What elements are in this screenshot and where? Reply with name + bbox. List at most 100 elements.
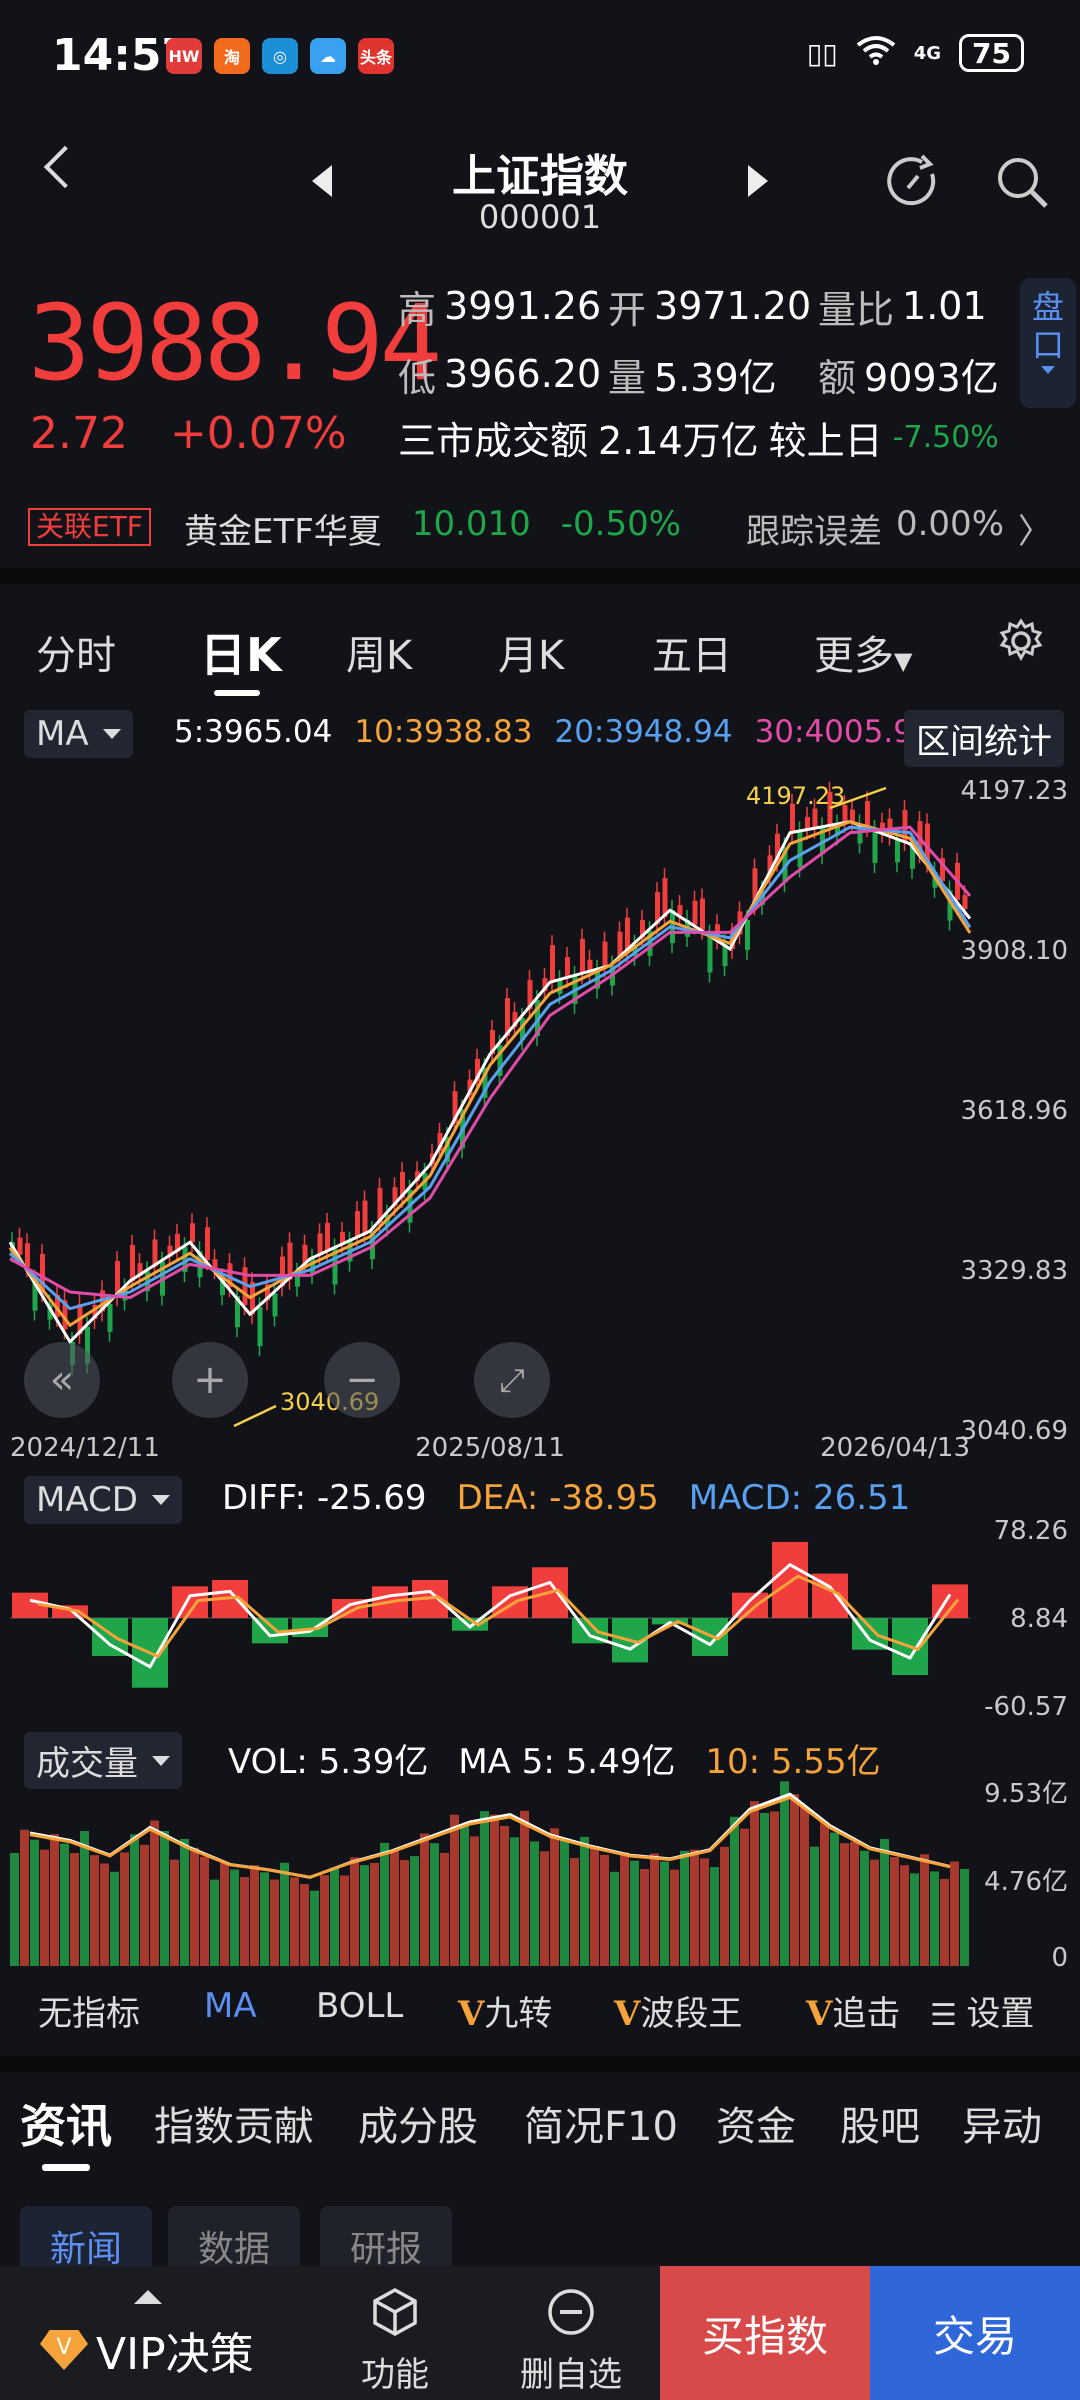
fullscreen-button[interactable]: ⤢ (474, 1342, 550, 1418)
y-tick-label: 3908.10 (960, 936, 1068, 966)
remove-watchlist-button[interactable]: 删自选 (496, 2286, 646, 2396)
tab-capital[interactable]: 资金 (716, 2094, 796, 2152)
etf-row[interactable]: 黄金ETF华夏 10.010 -0.50% (184, 504, 681, 553)
volume-bar (410, 1856, 419, 1966)
volume-label: 量 (608, 355, 647, 400)
minus-icon: − (324, 1342, 400, 1418)
volume-bar (810, 1846, 819, 1966)
volume-chart[interactable]: 9.53亿 4.76亿 0 (0, 1776, 1080, 1976)
macd-selector[interactable]: MACD (24, 1476, 182, 1524)
function-button[interactable]: 功能 (320, 2286, 470, 2396)
zoom-in-button[interactable]: + (172, 1342, 248, 1418)
vip-decision-button[interactable]: V VIP决策 (40, 2318, 254, 2382)
low-label: 低 (398, 355, 437, 400)
volume-bar (610, 1871, 619, 1966)
search-icon[interactable] (992, 152, 1052, 212)
indicator-jiuzhuan[interactable]: V九转 (458, 1986, 552, 2035)
settings-gear-icon[interactable] (998, 618, 1044, 674)
volume-bar (630, 1860, 639, 1966)
volume-bar (220, 1861, 229, 1966)
volume-bar (290, 1877, 299, 1966)
active-tab-indicator (214, 690, 260, 696)
volume-bar (880, 1838, 889, 1966)
taobao-icon: 淘 (214, 38, 250, 74)
index-code: 000001 (478, 198, 602, 236)
refresh-icon[interactable] (884, 152, 944, 212)
volume-bar (650, 1853, 659, 1966)
indicator-boll[interactable]: BOLL (316, 1986, 403, 2026)
caret-down-icon (152, 1755, 170, 1766)
zoom-out-button[interactable]: − (324, 1342, 400, 1418)
volume-bar (690, 1849, 699, 1966)
chevron-right-icon: 〉 (1018, 512, 1052, 552)
status-indicators: ▯▯ 4G 75 (807, 34, 1024, 72)
volume-bar (150, 1820, 159, 1966)
candle (107, 1303, 113, 1332)
tab-index-contribution[interactable]: 指数贡献 (154, 2094, 314, 2152)
volume-bar (860, 1850, 869, 1966)
volume-bar (520, 1810, 529, 1966)
volume-bar (740, 1828, 749, 1966)
ma10-value: 10:3938.83 (354, 714, 533, 750)
order-book-tab[interactable]: 盘口 (1020, 278, 1076, 408)
macd-chart[interactable]: 78.26 8.84 -60.57 (0, 1520, 1080, 1716)
volume-bar (870, 1859, 879, 1966)
indicator-zhuiji[interactable]: V追击 (806, 1986, 900, 2035)
tab-constituents[interactable]: 成分股 (358, 2094, 478, 2152)
tab-news[interactable]: 资讯 (20, 2090, 112, 2156)
tab-movement[interactable]: 异动 (962, 2094, 1042, 2152)
prev-index-icon[interactable] (312, 165, 332, 197)
vol-y-tick: 4.76亿 (984, 1867, 1068, 1897)
tab-five-day[interactable]: 五日 (652, 623, 732, 681)
volume-bar (770, 1811, 779, 1966)
candle (205, 1227, 210, 1261)
tab-monthly-k[interactable]: 月K (498, 623, 564, 681)
indicator-bodanwang[interactable]: V波段王 (614, 1986, 742, 2035)
volume-bar (190, 1847, 199, 1966)
candle (865, 801, 870, 828)
volume-bar (640, 1869, 649, 1966)
buy-index-button[interactable]: 买指数 (660, 2266, 870, 2400)
candle (692, 900, 698, 925)
candle (17, 1237, 23, 1255)
macd-y-tick: -60.57 (984, 1692, 1068, 1716)
volume-bar (80, 1830, 89, 1966)
tab-f10[interactable]: 简况F10 (524, 2094, 678, 2152)
back-icon[interactable] (43, 145, 87, 189)
volume-bar (660, 1861, 669, 1966)
vip-v-icon: V (806, 1994, 833, 2034)
signal-icon: 4G (913, 42, 942, 64)
trade-button[interactable]: 交易 (870, 2266, 1080, 2400)
indicator-ma[interactable]: MA (204, 1986, 257, 2026)
tab-more[interactable]: 更多▼ (814, 623, 912, 681)
x-tick-label: 2024/12/11 (10, 1433, 160, 1460)
volume-bar (620, 1852, 629, 1966)
volume-bar (180, 1838, 189, 1966)
ma-selector[interactable]: MA (24, 710, 133, 758)
app-blue-icon: ◎ (262, 38, 298, 74)
caret-down-icon (102, 729, 121, 739)
tab-intraday[interactable]: 分时 (36, 623, 116, 681)
volume-bar (930, 1871, 939, 1966)
order-book-label: 盘口 (1031, 288, 1064, 364)
indicator-settings[interactable]: ☰ 设置 (930, 1986, 1034, 2035)
collapse-button[interactable]: « (24, 1342, 100, 1418)
ma-values: 5:3965.04 10:3938.83 20:3948.94 30:4005.… (174, 714, 933, 750)
tab-forum[interactable]: 股吧 (840, 2094, 920, 2152)
tab-daily-k[interactable]: 日K (200, 619, 282, 685)
ratio-value: 1.01 (902, 284, 987, 328)
vibrate-icon: ▯▯ (806, 36, 838, 70)
indicator-none[interactable]: 无指标 (38, 1986, 140, 2035)
candle (362, 1200, 368, 1235)
next-index-icon[interactable] (748, 165, 768, 197)
volume-bar (940, 1878, 949, 1966)
tracking-error[interactable]: 跟踪误差 0.00% 〉 (746, 504, 1052, 553)
tab-weekly-k[interactable]: 周K (346, 623, 412, 681)
volume-bar (780, 1781, 789, 1966)
ma-selector-label: MA (36, 714, 89, 754)
candle (25, 1243, 30, 1268)
expand-up-icon[interactable] (134, 2290, 162, 2304)
range-stats-button[interactable]: 区间统计 (904, 710, 1064, 767)
volume-bar (570, 1857, 579, 1966)
etf-name: 黄金ETF华夏 (184, 512, 382, 552)
